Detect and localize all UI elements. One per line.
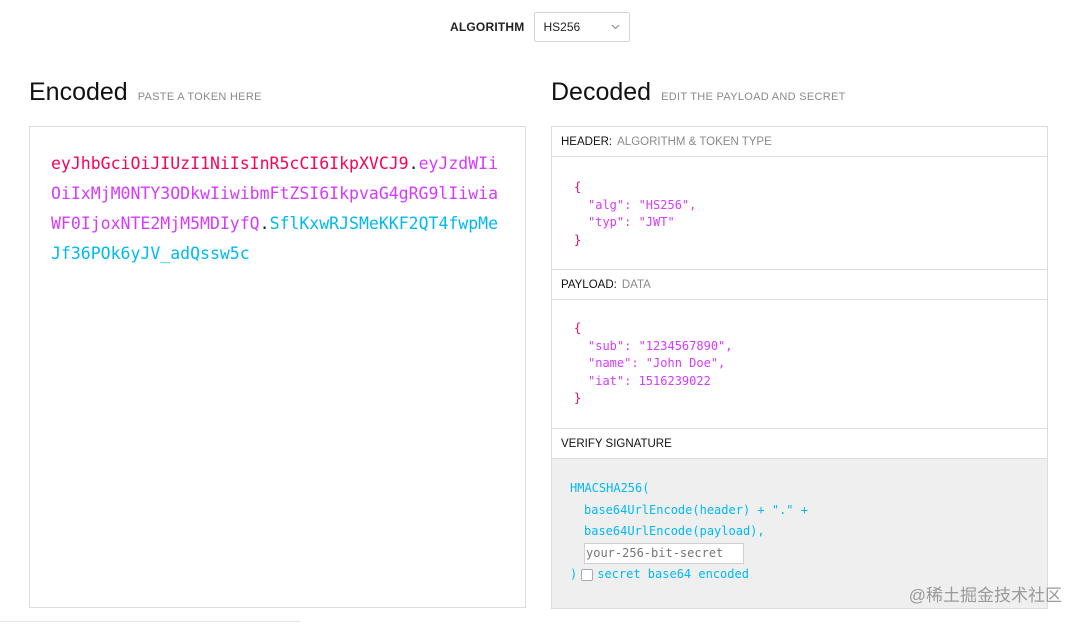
algorithm-label: ALGORITHM: [450, 20, 525, 34]
secret-input[interactable]: [584, 542, 744, 564]
algorithm-select[interactable]: HS256: [534, 12, 631, 42]
encoded-subtitle: PASTE A TOKEN HERE: [137, 91, 262, 103]
decoded-title: Decoded: [551, 78, 652, 106]
algorithm-selected-value: HS256: [543, 20, 581, 34]
header-panel: HEADER: ALGORITHM & TOKEN TYPE { "alg": …: [551, 126, 1048, 269]
encoded-token-textarea[interactable]: eyJhbGciOiJIUzI1NiIsInR5cCI6IkpXVCJ9.eyJ…: [29, 126, 526, 608]
payload-open-brace: {: [574, 321, 582, 335]
payload-json-editor[interactable]: { "sub": "1234567890", "name": "John Doe…: [551, 300, 1048, 429]
token-dot-1: .: [408, 154, 419, 173]
secret-input-row: [570, 542, 1029, 565]
verify-line-header: base64UrlEncode(header) + "." +: [584, 502, 808, 517]
decoded-heading: Decoded EDIT THE PAYLOAD AND SECRET: [551, 78, 846, 107]
payload-line-sub: "sub": "1234567890",: [588, 338, 733, 353]
header-sublabel: ALGORITHM & TOKEN TYPE: [617, 135, 772, 148]
watermark: @稀土掘金技术社区: [908, 586, 1062, 605]
header-panel-title: HEADER: ALGORITHM & TOKEN TYPE: [551, 126, 1048, 157]
payload-sublabel: DATA: [621, 278, 651, 291]
divider: [0, 621, 300, 622]
token-dot-2: .: [259, 214, 270, 233]
verify-panel-title: VERIFY SIGNATURE: [551, 428, 1048, 459]
payload-line-iat: "iat": 1516239022: [588, 373, 711, 388]
payload-panel-title: PAYLOAD: DATA: [551, 269, 1048, 300]
verify-close-paren: ): [570, 567, 578, 581]
verify-line-payload: base64UrlEncode(payload),: [584, 524, 765, 538]
encoded-title: Encoded: [29, 78, 128, 106]
payload-panel: PAYLOAD: DATA { "sub": "1234567890", "na…: [551, 269, 1048, 429]
payload-line-name: "name": "John Doe",: [588, 356, 726, 370]
algorithm-row: ALGORITHM HS256: [450, 12, 631, 42]
base64-checkbox[interactable]: [581, 568, 594, 581]
header-line-alg: "alg": "HS256",: [588, 197, 697, 212]
payload-close-brace: }: [574, 391, 582, 405]
encoded-heading: Encoded PASTE A TOKEN HERE: [29, 78, 262, 107]
chevron-down-icon: [609, 21, 621, 33]
header-line-typ: "typ": "JWT": [588, 215, 675, 229]
verify-label: VERIFY SIGNATURE: [561, 437, 672, 450]
token-header-part: eyJhbGciOiJIUzI1NiIsInR5cCI6IkpXVCJ9: [51, 154, 409, 173]
decoded-subtitle: EDIT THE PAYLOAD AND SECRET: [661, 91, 846, 103]
payload-label: PAYLOAD:: [561, 278, 617, 291]
header-label: HEADER:: [561, 135, 613, 148]
hmac-function-open: HMACSHA256(: [570, 481, 650, 495]
base64-checkbox-label: secret base64 encoded: [597, 567, 749, 581]
header-json-editor[interactable]: { "alg": "HS256", "typ": "JWT" }: [551, 157, 1048, 269]
header-open-brace: {: [574, 180, 582, 194]
header-close-brace: }: [574, 232, 582, 247]
